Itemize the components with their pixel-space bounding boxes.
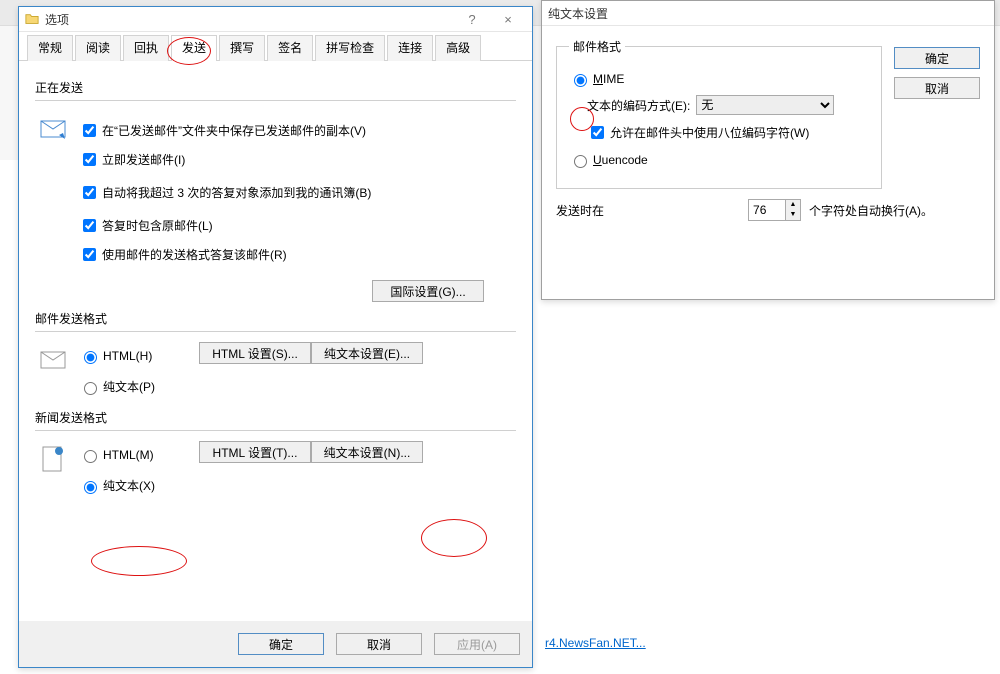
encoding-select[interactable]: 无 [696,95,834,115]
cancel-button[interactable]: 取消 [336,633,422,655]
tab-拼写检查[interactable]: 拼写检查 [315,35,385,61]
wrap-spin[interactable]: ▲▼ [748,199,801,221]
tab-阅读[interactable]: 阅读 [75,35,121,61]
mailfmt-legend: 邮件发送格式 [35,310,516,327]
plaintext-title: 纯文本设置 [548,5,988,22]
plaintext-cancel-button[interactable]: 取消 [894,77,980,99]
background-link[interactable]: r4.NewsFan.NET... [545,636,646,650]
mail-plain-settings-button[interactable]: 纯文本设置(E)... [311,342,423,364]
options-buttonbar: 确定 取消 应用(A) [19,621,532,667]
mail-format-legend: 邮件格式 [569,38,625,55]
annotation-news-plain-radio [91,546,187,576]
add-to-contacts-checkbox[interactable]: 自动将我超过 3 次的答复对象添加到我的通讯簿(B) [79,183,516,202]
wrap-label-before: 发送时在 [556,202,604,219]
mail-icon [37,113,69,145]
tab-撰写[interactable]: 撰写 [219,35,265,61]
mime-radio[interactable]: MIME [569,71,869,87]
newsfmt-legend: 新闻发送格式 [35,409,516,426]
options-title: 选项 [45,11,454,28]
spin-up[interactable]: ▲ [786,200,800,210]
options-titlebar: 选项 ? × [19,7,532,32]
reply-same-format-checkbox[interactable]: 使用邮件的发送格式答复该邮件(R) [79,245,516,264]
mail-html-radio[interactable]: HTML(H) [79,348,199,364]
news-plain-radio[interactable]: 纯文本(X) [79,477,199,494]
news-html-settings-button[interactable]: HTML 设置(T)... [199,441,311,463]
tab-发送[interactable]: 发送 [171,35,217,61]
sending-legend: 正在发送 [35,79,516,96]
tab-连接[interactable]: 连接 [387,35,433,61]
save-copy-checkbox[interactable]: 在“已发送邮件”文件夹中保存已发送邮件的副本(V) [79,121,516,140]
news-plain-settings-button[interactable]: 纯文本设置(N)... [311,441,423,463]
help-button[interactable]: ? [454,12,490,27]
send-immediately-checkbox[interactable]: 立即发送邮件(I) [79,150,516,169]
plaintext-titlebar: 纯文本设置 [542,1,994,26]
plaintext-settings-window: 纯文本设置 邮件格式 MIME 文本的编码方式(E): 无 允许在邮件头中使用八… [541,0,995,300]
annotation-news-plain-settings [421,519,487,557]
divider [35,100,516,101]
tab-常规[interactable]: 常规 [27,35,73,61]
apply-button[interactable]: 应用(A) [434,633,520,655]
folder-icon [25,12,39,26]
include-original-checkbox[interactable]: 答复时包含原邮件(L) [79,216,516,235]
mail-plain-radio[interactable]: 纯文本(P) [79,378,199,395]
wrap-input[interactable] [749,200,785,220]
international-settings-button[interactable]: 国际设置(G)... [372,280,484,302]
mail-format-icon [37,344,69,376]
eightbit-checkbox[interactable]: 允许在邮件头中使用八位编码字符(W) [587,123,809,142]
ok-button[interactable]: 确定 [238,633,324,655]
plaintext-ok-button[interactable]: 确定 [894,47,980,69]
wrap-label-after: 个字符处自动换行(A)。 [809,202,933,219]
tab-高级[interactable]: 高级 [435,35,481,61]
tabs: 常规阅读回执发送撰写签名拼写检查连接高级 [19,32,532,61]
news-html-radio[interactable]: HTML(M) [79,447,199,463]
news-format-icon [37,443,69,475]
mail-html-settings-button[interactable]: HTML 设置(S)... [199,342,311,364]
options-window: 选项 ? × 常规阅读回执发送撰写签名拼写检查连接高级 正在发送 在“已发送邮件… [18,6,533,668]
encoding-label: 文本的编码方式(E): [587,97,690,114]
tab-回执[interactable]: 回执 [123,35,169,61]
tab-签名[interactable]: 签名 [267,35,313,61]
close-button[interactable]: × [490,12,526,27]
spin-down[interactable]: ▼ [786,210,800,220]
mail-format-group: 邮件格式 MIME 文本的编码方式(E): 无 允许在邮件头中使用八位编码字符(… [556,38,882,189]
uuencode-radio[interactable]: Uuencode [569,152,869,168]
